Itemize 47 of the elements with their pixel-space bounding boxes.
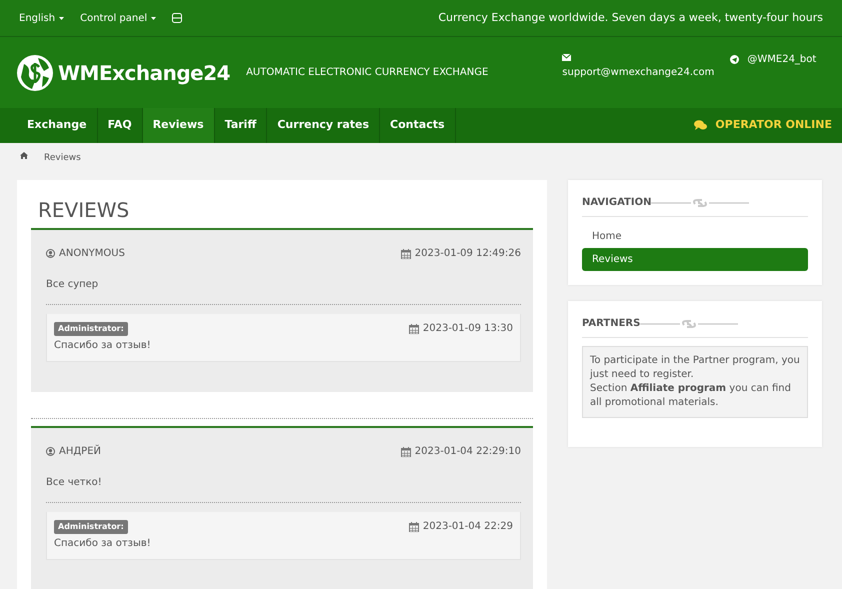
review-date: 2023-01-09 12:49:26 xyxy=(414,247,521,261)
nav-tab[interactable]: Tariff xyxy=(214,108,268,143)
reply-text: Спасибо за отзыв! xyxy=(54,339,152,353)
sidebar-nav-item[interactable]: Home xyxy=(582,225,808,248)
globe-logo-icon xyxy=(16,54,54,92)
language-dropdown[interactable]: English xyxy=(19,10,56,26)
sidebar-nav-item[interactable]: Reviews xyxy=(582,248,808,271)
breadcrumb-link[interactable]: Reviews xyxy=(44,152,81,166)
slogan: AUTOMATIC ELECTRONIC CURRENCY EXCHANGE xyxy=(246,66,488,80)
reply-text: Спасибо за отзыв! xyxy=(54,537,152,551)
user-icon xyxy=(46,447,55,456)
telegram-link[interactable]: @WME24_bot xyxy=(747,52,816,67)
email-link[interactable]: support@wmexchange24.com xyxy=(562,65,714,80)
partners-text: Section Affiliate program you can find all promotional materials. xyxy=(590,382,792,410)
chat-bubbles-icon xyxy=(694,120,708,131)
envelope-icon xyxy=(562,54,572,61)
calendar-icon xyxy=(400,248,411,258)
home-icon xyxy=(20,152,28,159)
admin-badge: Administrator: xyxy=(54,520,128,534)
tagline: Currency Exchange worldwide. Seven days a week, twenty-four hours xyxy=(438,10,823,26)
calendar-icon xyxy=(408,324,419,334)
operator-status[interactable]: OPERATOR ONLINE xyxy=(715,117,832,134)
logo-text[interactable]: WMExchange24 xyxy=(58,58,230,88)
calendar-icon xyxy=(408,522,419,532)
nav-tab[interactable]: Contacts xyxy=(380,108,456,143)
control-panel-dropdown[interactable]: Control panel xyxy=(80,10,148,26)
review-author: АНДРЕЙ xyxy=(59,444,102,459)
nav-tab[interactable]: Currency rates xyxy=(267,108,380,143)
reply-date: 2023-01-09 13:30 xyxy=(422,322,513,336)
sidebar-heading: NAVIGATION xyxy=(582,196,652,210)
reply-date: 2023-01-04 22:29 xyxy=(422,520,513,534)
user-icon xyxy=(46,249,55,258)
nav-tab[interactable]: Reviews xyxy=(142,108,215,143)
minimize-icon xyxy=(172,13,182,23)
review-date: 2023-01-04 22:29:10 xyxy=(414,445,521,459)
page-title: REVIEWS xyxy=(38,198,130,222)
review-text: Все супер xyxy=(46,278,100,292)
review-author: ANONYMOUS xyxy=(59,247,125,261)
review-text: Все четко! xyxy=(46,476,103,490)
sidebar-heading: PARTNERS xyxy=(582,317,640,331)
caret-icon xyxy=(151,16,156,20)
calendar-icon xyxy=(400,446,411,456)
partners-text: To participate in the Partner program, you just need to register. xyxy=(590,354,800,382)
caret-icon xyxy=(59,16,64,20)
admin-badge: Administrator: xyxy=(54,322,128,336)
paper-plane-icon xyxy=(730,55,740,64)
nav-tab[interactable]: Exchange xyxy=(17,108,98,143)
